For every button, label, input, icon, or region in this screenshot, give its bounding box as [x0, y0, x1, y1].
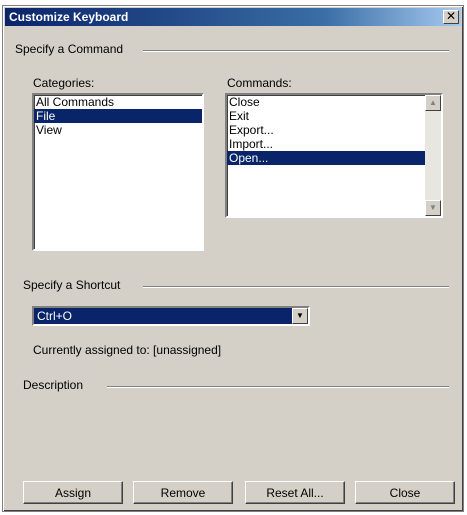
title-bar[interactable]: Customize Keyboard ✕ — [5, 8, 461, 26]
window-title: Customize Keyboard — [9, 10, 129, 24]
shortcut-group-divider — [143, 286, 449, 288]
customize-keyboard-dialog: Customize Keyboard ✕ Specify a Command C… — [2, 5, 464, 512]
description-group-label: Description — [23, 378, 84, 392]
reset-all-button[interactable]: Reset All... — [245, 481, 345, 504]
category-item[interactable]: File — [34, 109, 202, 123]
chevron-down-icon[interactable]: ▼ — [292, 308, 308, 324]
close-button[interactable]: Close — [355, 481, 455, 504]
command-item[interactable]: Import... — [227, 137, 441, 151]
command-item[interactable]: Export... — [227, 123, 441, 137]
command-group-divider — [143, 50, 449, 52]
command-item[interactable]: Close — [227, 95, 441, 109]
shortcut-value: Ctrl+O — [37, 309, 73, 323]
commands-scrollbar[interactable]: ▲ ▼ — [425, 95, 441, 216]
scroll-down-icon[interactable]: ▼ — [425, 200, 441, 216]
command-item[interactable]: Exit — [227, 109, 441, 123]
category-item[interactable]: View — [34, 123, 202, 137]
remove-button[interactable]: Remove — [133, 481, 233, 504]
categories-label: Categories: — [33, 76, 95, 90]
shortcut-combobox[interactable]: Ctrl+O ▼ — [32, 306, 310, 326]
scroll-up-icon[interactable]: ▲ — [425, 95, 441, 111]
categories-listbox[interactable]: All Commands File View — [32, 93, 204, 251]
commands-listbox[interactable]: Close Exit Export... Import... Open... ▲ ▼ — [225, 93, 443, 218]
shortcut-group-label: Specify a Shortcut — [23, 278, 121, 292]
description-group-divider — [107, 386, 449, 388]
command-group-label: Specify a Command — [15, 42, 124, 56]
currently-assigned-text: Currently assigned to: [unassigned] — [33, 343, 222, 357]
assign-button[interactable]: Assign — [23, 481, 123, 504]
category-item[interactable]: All Commands — [34, 95, 202, 109]
commands-label: Commands: — [227, 76, 292, 90]
close-icon[interactable]: ✕ — [443, 10, 459, 24]
command-item[interactable]: Open... — [227, 151, 441, 165]
